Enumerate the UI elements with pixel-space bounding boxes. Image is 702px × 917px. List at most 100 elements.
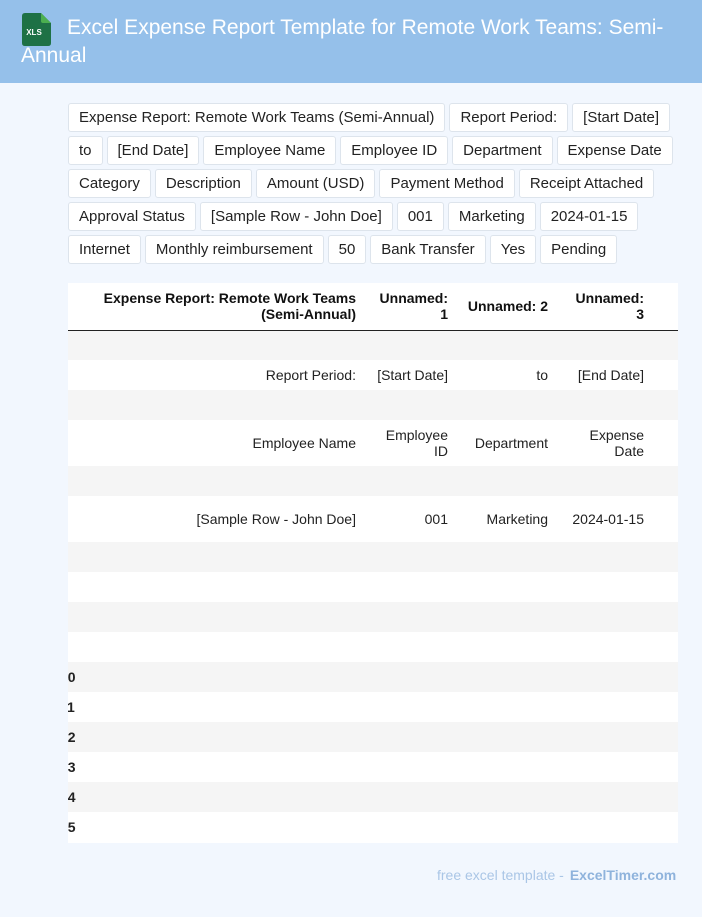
table-cell	[556, 662, 652, 692]
data-preview-table: Expense Report: Remote Work Teams (Semi-…	[68, 283, 678, 843]
field-chip: 001	[396, 202, 444, 231]
table-cell: to	[536, 367, 548, 383]
table-cell	[652, 466, 678, 496]
table-row: 13	[68, 752, 678, 782]
field-chip: Payment Method	[379, 169, 515, 198]
table-row: 14	[68, 782, 678, 812]
table-cell	[652, 752, 678, 782]
table-cell: I	[652, 496, 678, 542]
table-cell: [Sample Row - John Doe]	[196, 511, 356, 527]
table-cell	[72, 812, 364, 842]
table-cell	[556, 722, 652, 752]
table-cell	[364, 632, 456, 662]
table-cell	[556, 602, 652, 632]
field-chip: Amount (USD)	[255, 169, 376, 198]
table-cell	[364, 782, 456, 812]
table-cell: 001	[424, 511, 448, 527]
table-cell	[456, 662, 556, 692]
table-cell	[72, 782, 364, 812]
table-row: 2	[68, 390, 678, 420]
field-chip: Receipt Attached	[518, 169, 655, 198]
field-chip: Report Period:	[449, 103, 569, 132]
table-cell: Department	[474, 435, 548, 451]
table-cell	[556, 782, 652, 812]
field-chip: Bank Transfer	[370, 235, 486, 264]
table-cell	[556, 692, 652, 722]
field-chip: Department	[452, 136, 553, 165]
table-cell	[652, 390, 678, 420]
table-cell	[456, 632, 556, 662]
field-chip: Employee ID	[340, 136, 449, 165]
table-cell	[652, 812, 678, 842]
table-row: 7	[68, 572, 678, 602]
table-cell	[456, 782, 556, 812]
table-cell	[652, 632, 678, 662]
field-chip: Yes	[489, 235, 537, 264]
table-cell	[652, 692, 678, 722]
table-cell	[652, 722, 678, 752]
table-cell: [End Date]	[577, 367, 644, 383]
table-cell	[456, 390, 556, 420]
field-chip: [End Date]	[106, 136, 200, 165]
table-cell	[556, 812, 652, 842]
field-chip-list: Expense Report: Remote Work Teams (Semi-…	[68, 103, 700, 264]
table-cell	[556, 466, 652, 496]
table-cell	[456, 542, 556, 572]
table-row: 15	[68, 812, 678, 842]
table-cell	[72, 632, 364, 662]
table-cell	[456, 602, 556, 632]
table-cell	[72, 330, 364, 360]
table-cell	[364, 330, 456, 360]
table-row: 12	[68, 722, 678, 752]
table-cell	[556, 330, 652, 360]
table-row: 5[Sample Row - John Doe]001Marketing2024…	[68, 496, 678, 542]
footer-credit: free excel template - ExcelTimer.com	[437, 867, 676, 883]
table-cell	[364, 572, 456, 602]
field-chip: 50	[327, 235, 367, 264]
page-title: Excel Expense Report Template for Remote…	[21, 16, 664, 67]
table-row: 11	[68, 692, 678, 722]
column-header: Unnamed: 3	[556, 283, 652, 331]
table-cell	[652, 572, 678, 602]
table-cell	[364, 752, 456, 782]
column-header: Unn	[652, 283, 678, 331]
field-chip: [Sample Row - John Doe]	[199, 202, 393, 231]
table-cell	[364, 692, 456, 722]
table-cell	[72, 572, 364, 602]
table-cell: Employee ID	[385, 427, 448, 459]
table-cell	[556, 542, 652, 572]
table-row: 8	[68, 602, 678, 632]
column-header: Unnamed: 1	[364, 283, 456, 331]
table-cell	[652, 330, 678, 360]
table-cell	[456, 330, 556, 360]
field-chip: Description	[154, 169, 252, 198]
table-cell: Expense Date	[589, 427, 644, 459]
table-cell: 2024-01-15	[572, 511, 644, 527]
table-row: 1Report Period:[Start Date]to[End Date]	[68, 360, 678, 390]
table-cell	[72, 662, 364, 692]
table-cell	[364, 722, 456, 752]
table-cell	[72, 466, 364, 496]
table-cell	[364, 662, 456, 692]
table-cell	[456, 722, 556, 752]
table-body: 01Report Period:[Start Date]to[End Date]…	[68, 330, 678, 842]
table-cell	[72, 542, 364, 572]
table-cell	[652, 360, 678, 390]
field-chip: Expense Date	[556, 136, 673, 165]
field-chip: Expense Report: Remote Work Teams (Semi-…	[68, 103, 446, 132]
table-row: 3Employee NameEmployee IDDepartmentExpen…	[68, 420, 678, 466]
table-cell	[652, 602, 678, 632]
table-cell	[72, 722, 364, 752]
table-cell: Employee Name	[252, 435, 357, 451]
table-cell: Ca	[652, 420, 678, 466]
field-chip: to	[68, 136, 103, 165]
table-cell	[72, 390, 364, 420]
field-chip: Approval Status	[68, 202, 196, 231]
table-cell	[364, 466, 456, 496]
table-row: 4	[68, 466, 678, 496]
field-chip: Category	[68, 169, 151, 198]
table-cell	[556, 632, 652, 662]
footer-brand-link[interactable]: ExcelTimer.com	[570, 867, 676, 883]
table-row: 0	[68, 330, 678, 360]
table-row: 6	[68, 542, 678, 572]
